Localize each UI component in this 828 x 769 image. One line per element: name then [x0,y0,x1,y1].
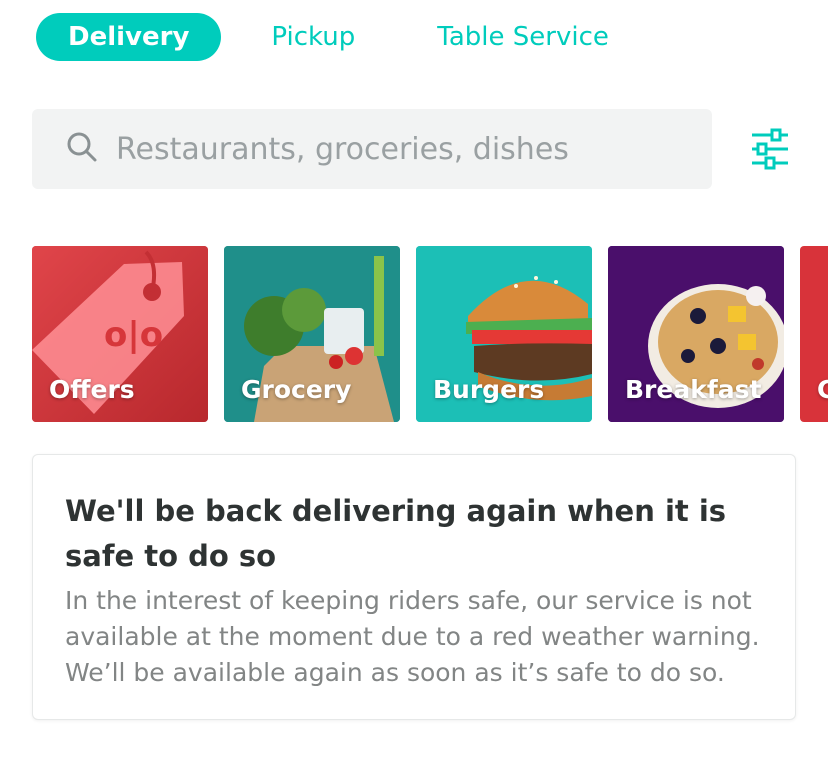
service-notice-card: We'll be back delivering again when it i… [32,454,796,720]
tab-pickup[interactable]: Pickup [271,22,355,52]
category-label: Grocery [241,375,352,404]
notice-title: We'll be back delivering again when it i… [65,494,727,573]
category-card-partial[interactable]: C [800,246,828,422]
category-label: C [817,375,828,404]
category-card-offers[interactable]: o|o Offers [32,246,208,422]
search-bar[interactable] [32,109,712,189]
category-label: Offers [49,375,135,404]
category-carousel: o|o Offers Grocery Burgers Breakfast C [32,246,828,422]
category-label: Burgers [433,375,545,404]
category-card-grocery[interactable]: Grocery [224,246,400,422]
tab-delivery[interactable]: Delivery [36,13,222,61]
filter-sliders-icon[interactable] [748,128,792,170]
tab-table-service[interactable]: Table Service [437,22,609,52]
svg-text:o|o: o|o [104,315,163,355]
category-card-breakfast[interactable]: Breakfast [608,246,784,422]
search-icon [66,131,98,167]
category-label: Breakfast [625,375,762,404]
category-card-burgers[interactable]: Burgers [416,246,592,422]
service-tabs: Delivery Pickup Table Service [36,13,609,61]
search-input[interactable] [116,131,676,167]
notice-body: In the interest of keeping riders safe, … [65,586,760,687]
